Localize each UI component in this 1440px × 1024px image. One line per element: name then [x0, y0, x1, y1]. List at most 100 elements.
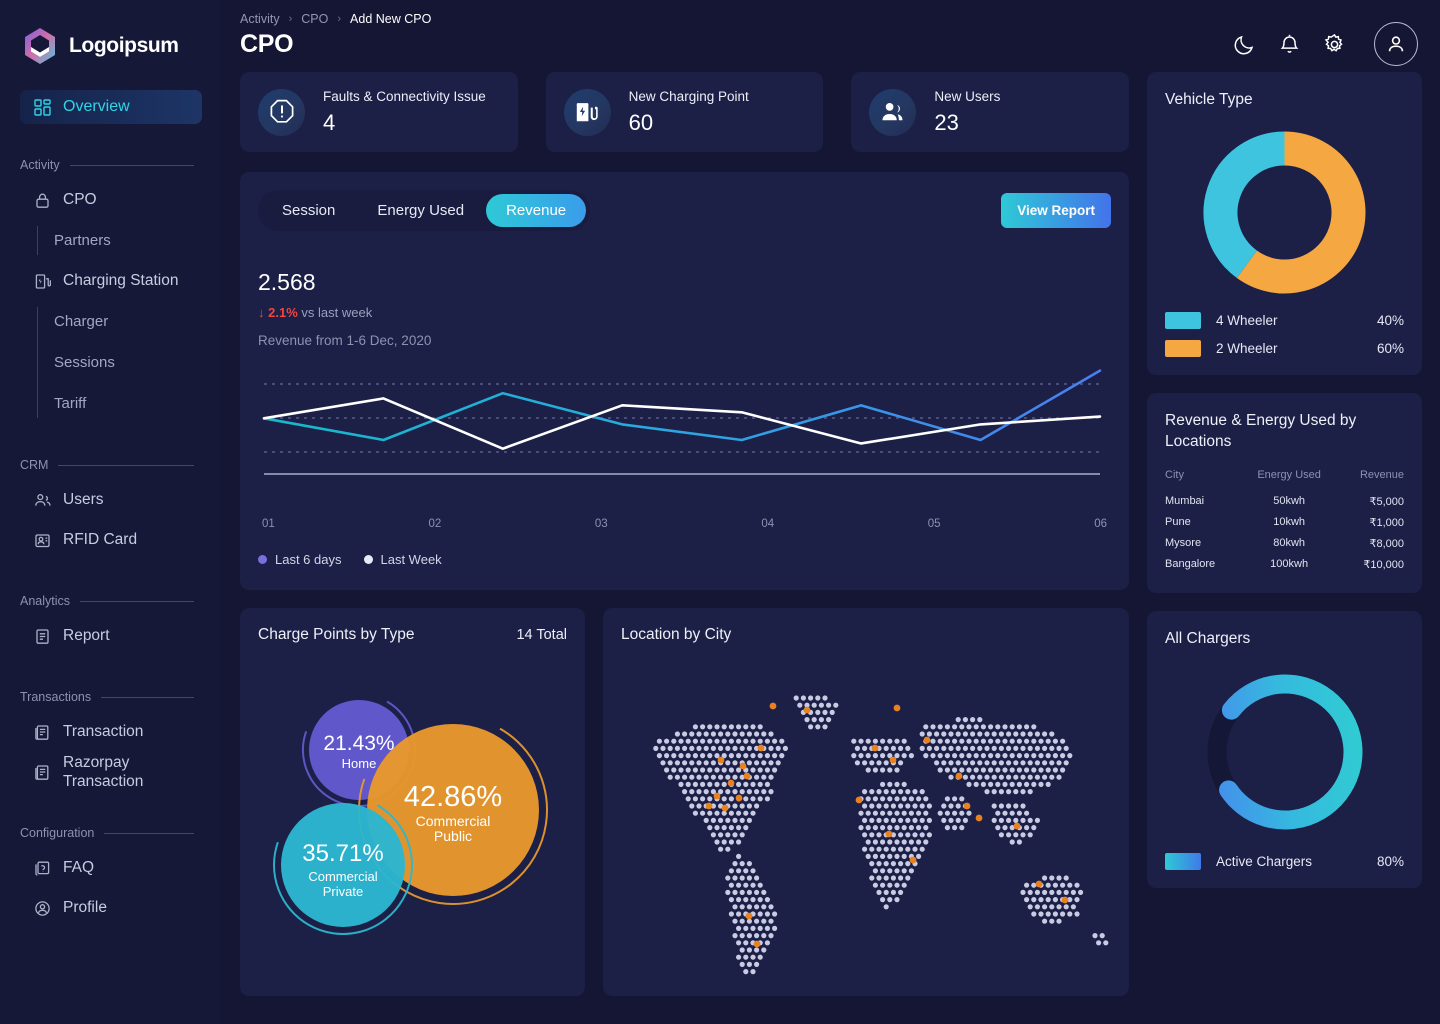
- section-title: Analytics: [20, 594, 71, 608]
- legend-percent: 40%: [1376, 312, 1404, 328]
- vehicle-legend-2-wheeler: 2 Wheeler 60%: [1165, 339, 1404, 357]
- charge-points-panel: Charge Points by Type 14 Total 21.43% Hom…: [240, 608, 585, 996]
- table-row[interactable]: Mumbai 50kwh ₹5,000: [1165, 491, 1404, 512]
- document-icon: [34, 628, 51, 645]
- legend-percent: 80%: [1376, 853, 1404, 869]
- breadcrumb-item-0[interactable]: Activity: [240, 12, 280, 26]
- main-content: Activity › CPO › Add New CPO CPO Faults …: [220, 0, 1440, 1024]
- header-left: Activity › CPO › Add New CPO CPO: [240, 12, 431, 59]
- sidebar-item-profile[interactable]: Profile: [0, 888, 220, 928]
- metric-tabs: Session Energy Used Revenue: [258, 190, 591, 231]
- legend-item-last-6-days: Last 6 days: [258, 552, 342, 567]
- revenue-line-chart: 01 02 03 04 05 06: [258, 356, 1111, 530]
- sidebar-section-configuration: Configuration: [0, 826, 220, 840]
- sidebar-item-cpo[interactable]: CPO: [0, 180, 220, 220]
- revenue-header: Session Energy Used Revenue View Report: [258, 190, 1111, 231]
- sidebar-item-faq[interactable]: FAQ: [0, 848, 220, 888]
- bell-icon[interactable]: [1278, 33, 1301, 56]
- receipt-icon: [34, 724, 51, 741]
- sidebar-section-activity: Activity: [0, 158, 220, 172]
- ev-charger-icon: [563, 88, 611, 136]
- receipt-icon: [34, 764, 51, 781]
- line-chart-svg: [262, 369, 1102, 475]
- users-icon: [34, 492, 51, 509]
- gear-icon[interactable]: [1323, 33, 1346, 56]
- sidebar-subitem-tariff[interactable]: Tariff: [0, 383, 220, 424]
- x-tick-05: 05: [927, 518, 941, 530]
- legend-swatch: [1165, 339, 1201, 357]
- section-divider: [101, 696, 194, 698]
- sidebar-item-label: Transaction: [63, 723, 144, 741]
- vehicle-type-title: Vehicle Type: [1165, 91, 1253, 108]
- breadcrumb-item-2[interactable]: Add New CPO: [350, 12, 431, 26]
- legend-name: 2 Wheeler: [1216, 340, 1278, 356]
- topbar: Activity › CPO › Add New CPO CPO: [220, 0, 1440, 72]
- legend-swatch: [1165, 311, 1201, 329]
- stat-card-faults[interactable]: Faults & Connectivity Issue 4: [240, 72, 518, 152]
- stat-value: 23: [934, 109, 959, 135]
- cell-revenue: ₹1,000: [1369, 516, 1404, 529]
- header-actions: [1233, 12, 1418, 66]
- tab-session[interactable]: Session: [262, 194, 355, 227]
- breadcrumb-separator: ›: [337, 13, 342, 25]
- table-row[interactable]: Bangalore 100kwh ₹10,000: [1165, 554, 1404, 575]
- view-report-button[interactable]: View Report: [1001, 193, 1111, 228]
- legend-name: 4 Wheeler: [1216, 312, 1278, 328]
- table-row[interactable]: Mysore 80kwh ₹8,000: [1165, 533, 1404, 554]
- x-tick-01: 01: [262, 518, 275, 530]
- sidebar-nav: Overview Activity CPO Partners Charging Sta…: [0, 72, 220, 928]
- x-axis-labels: 01 02 03 04 05 06: [258, 518, 1111, 530]
- sidebar-subitem-charger[interactable]: Charger: [0, 301, 220, 342]
- user-avatar-icon[interactable]: [1374, 22, 1418, 66]
- all-chargers-ring: [1207, 674, 1362, 830]
- brand-logo[interactable]: Logoipsum: [0, 0, 220, 72]
- sidebar-item-charging-station[interactable]: Charging Station: [0, 261, 220, 301]
- delta-percent: 2.1%: [268, 305, 298, 320]
- sidebar-item-label: Report: [63, 627, 110, 645]
- cell-energy: 10kwh: [1273, 516, 1305, 529]
- svg-text:21.43%: 21.43%: [323, 732, 394, 755]
- content-grid: Faults & Connectivity Issue 4 New Chargi…: [220, 72, 1440, 996]
- sidebar-item-transaction[interactable]: Transaction: [0, 712, 220, 752]
- breadcrumb-item-1[interactable]: CPO: [301, 12, 328, 26]
- stat-card-new-users[interactable]: New Users 23: [851, 72, 1130, 152]
- chargers-legend-active: Active Chargers 80%: [1165, 852, 1404, 870]
- legend-label: Last 6 days: [275, 552, 342, 567]
- section-divider: [104, 832, 194, 834]
- left-column: Faults & Connectivity Issue 4 New Chargi…: [240, 72, 1130, 996]
- moon-icon[interactable]: [1233, 33, 1256, 56]
- sidebar-item-rfid-card[interactable]: RFID Card: [0, 520, 220, 560]
- all-chargers-panel: All Chargers Active Chargers 80%: [1147, 610, 1422, 888]
- tab-energy-used[interactable]: Energy Used: [357, 194, 484, 227]
- cell-energy: 80kwh: [1273, 537, 1305, 550]
- sidebar-item-report[interactable]: Report: [0, 616, 220, 656]
- sidebar-item-overview[interactable]: Overview: [20, 90, 202, 124]
- stat-label: New Charging Point: [628, 88, 749, 104]
- charge-points-title: Charge Points by Type: [258, 626, 415, 643]
- revenue-value: 2.568: [258, 269, 316, 295]
- sidebar: Logoipsum Overview Activity CPO Partners Ch…: [0, 0, 220, 1024]
- cell-city: Bangalore: [1165, 558, 1216, 571]
- world-map-svg: [653, 695, 1109, 975]
- sidebar-subitem-sessions[interactable]: Sessions: [0, 342, 220, 383]
- sidebar-subitem-partners[interactable]: Partners: [0, 220, 220, 261]
- bottom-row: Charge Points by Type 14 Total 21.43% Hom…: [240, 608, 1129, 996]
- section-title: Configuration: [20, 826, 95, 840]
- sidebar-item-razorpay-transaction[interactable]: Razorpay Transaction: [0, 752, 220, 792]
- sidebar-subgroup: Charger Sessions Tariff: [0, 301, 220, 424]
- tab-revenue[interactable]: Revenue: [486, 194, 587, 227]
- stat-card-new-charging-point[interactable]: New Charging Point 60: [545, 72, 824, 152]
- lock-icon: [34, 192, 51, 209]
- cell-revenue: ₹5,000: [1369, 495, 1404, 508]
- cell-city: Pune: [1165, 516, 1191, 529]
- col-city: City: [1165, 468, 1184, 481]
- vehicle-type-panel: Vehicle Type 4 Wheeler 40% 2 Wheeler 60%: [1147, 72, 1422, 375]
- table-row[interactable]: Pune 10kwh ₹1,000: [1165, 512, 1404, 533]
- sidebar-item-users[interactable]: Users: [0, 480, 220, 520]
- locations-panel: Revenue & Energy Used by Locations City …: [1147, 392, 1422, 593]
- chart-legend: Last 6 days Last Week: [258, 552, 1111, 567]
- sidebar-item-label: FAQ: [63, 859, 95, 877]
- sidebar-section-crm: CRM: [0, 458, 220, 472]
- sidebar-item-label: Profile: [63, 899, 107, 917]
- charge-points-header: Charge Points by Type 14 Total: [258, 626, 567, 644]
